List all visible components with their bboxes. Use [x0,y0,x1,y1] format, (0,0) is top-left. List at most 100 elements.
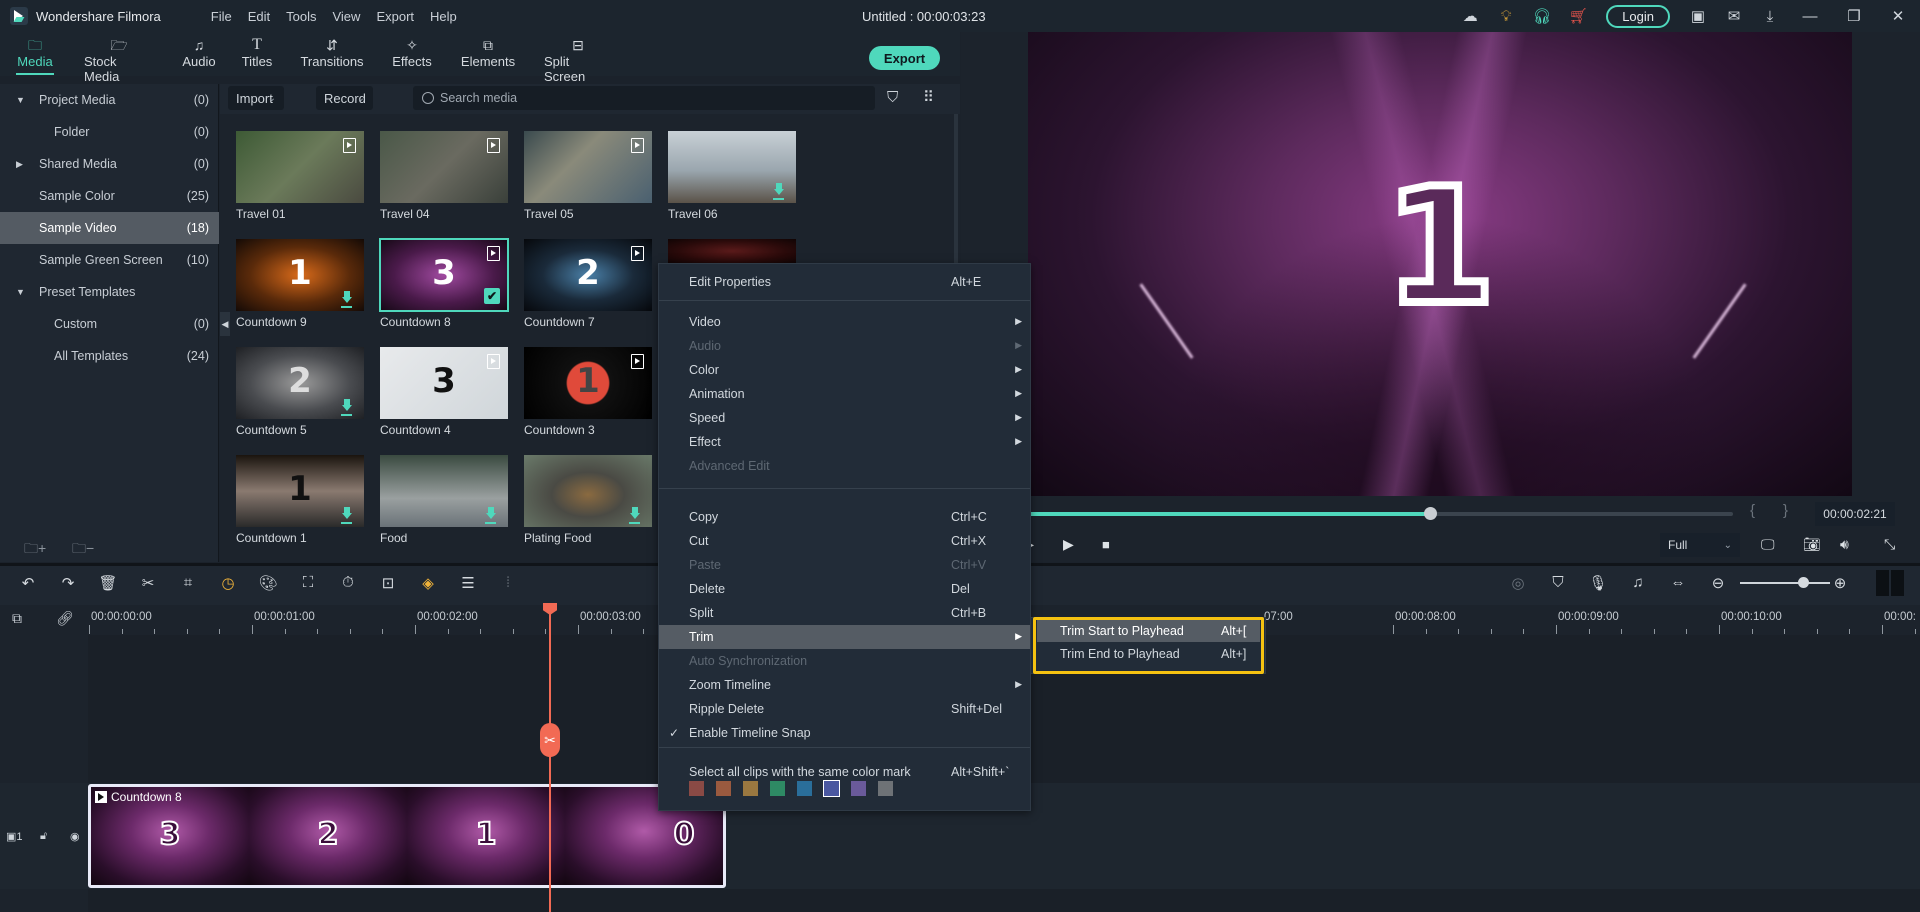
zoom-out-icon[interactable]: ⊖ [1708,574,1728,592]
media-thumbnail[interactable] [380,455,508,527]
sidebar-item-all-templates[interactable]: All Templates (24) [0,340,219,372]
timeline-zoom-slider[interactable] [1740,582,1830,584]
sidebar-item-preset-templates[interactable]: ▼ Preset Templates [0,276,219,308]
lightbulb-icon[interactable]: 💡︎ [1488,0,1524,32]
menu-item-speed[interactable]: Speed ▶ [659,406,1030,430]
expand-right-icon[interactable]: ▶ [16,159,23,170]
tab-split-screen[interactable]: ⊟ Split Screen [544,32,612,84]
import-dropdown[interactable]: Import ⌄ [228,86,284,110]
color-mark-swatch[interactable] [716,781,731,796]
color-mark-swatch[interactable] [878,781,893,796]
delete-icon[interactable]: 🗑︎ [98,574,118,592]
adjust-icon[interactable]: ☰ [458,574,478,592]
color-mark-swatch[interactable] [851,781,866,796]
play-icon[interactable]: ▶ [1063,536,1074,553]
grid-view-icon[interactable]: ⠿ [923,88,934,106]
zoom-in-icon[interactable]: ⊕ [1830,574,1850,592]
media-thumbnail[interactable]: 2 [524,239,652,311]
download-icon[interactable]: ⤓ [1752,0,1788,32]
menu-item-video[interactable]: Video ▶ [659,310,1030,334]
menu-item-ripple-delete[interactable]: Ripple Delete Shift+Del [659,697,1030,721]
menu-item-enable-timeline-snap[interactable]: ✓ Enable Timeline Snap [659,721,1030,745]
quality-select[interactable]: Full ⌄ [1660,533,1740,557]
green-screen-icon[interactable]: ⛶ [298,574,318,591]
tab-stock-media[interactable]: 🗁 Stock Media [84,32,154,84]
expand-down-icon[interactable]: ▼ [16,287,25,297]
tab-audio[interactable]: ♫ Audio [182,32,216,76]
duration-icon[interactable]: ⏱︎ [338,574,358,591]
color-palette-icon[interactable]: 🎨︎ [258,574,278,592]
eye-icon[interactable]: ◉ [70,830,80,843]
cut-icon[interactable]: ✂ [138,574,158,592]
tab-effects[interactable]: ✧ Effects [392,32,432,76]
save-icon[interactable]: ▣ [1680,0,1716,32]
tab-media[interactable]: 🗀 Media [16,32,54,76]
color-mark-swatch[interactable] [797,781,812,796]
menu-item-edit-properties[interactable]: Edit Properties Alt+E [659,270,1030,294]
menu-item-zoom-timeline[interactable]: Zoom Timeline ▶ [659,673,1030,697]
tab-elements[interactable]: ⧉ Elements [461,32,515,76]
tab-titles[interactable]: T Titles [242,32,273,76]
menu-item-split[interactable]: Split Ctrl+B [659,601,1030,625]
crop-icon[interactable]: ⌗ [178,574,198,591]
export-button[interactable]: Export [869,46,940,70]
restore-icon[interactable]: ❐ [1832,0,1876,32]
color-mark-swatch[interactable] [823,780,840,797]
menu-tools[interactable]: Tools [278,9,324,24]
login-button[interactable]: Login [1606,4,1670,28]
media-thumbnail[interactable] [668,131,796,203]
lock-icon[interactable]: 🔓︎ [40,830,47,843]
menu-export[interactable]: Export [368,9,422,24]
add-track-icon[interactable]: ⧉ [12,610,22,627]
snapshot-icon[interactable]: 📷︎ [1803,536,1821,553]
media-thumbnail[interactable] [668,239,796,263]
download-icon[interactable] [774,183,784,197]
microphone-icon[interactable]: 🎙︎ [1588,574,1608,592]
collapse-sidebar-arrow[interactable]: ◀ [220,312,230,336]
menu-item-trim[interactable]: Trim ▶ [659,625,1030,649]
download-icon[interactable] [630,507,640,521]
menu-edit[interactable]: Edit [240,9,278,24]
media-thumbnail[interactable] [524,455,652,527]
color-mark-swatch[interactable] [770,781,785,796]
sidebar-item-folder[interactable]: Folder (0) [0,116,219,148]
menu-file[interactable]: File [203,9,240,24]
menu-help[interactable]: Help [422,9,465,24]
sidebar-item-project-media[interactable]: ▼ Project Media (0) [0,84,219,116]
remove-folder-icon[interactable]: 🗀− [72,538,94,562]
menu-item-color[interactable]: Color ▶ [659,358,1030,382]
sidebar-item-custom[interactable]: Custom (0) [0,308,219,340]
media-thumbnail[interactable]: 1 [236,455,364,527]
cart-icon[interactable]: 🛒︎ [1560,0,1596,32]
media-thumbnail[interactable] [524,131,652,203]
new-folder-icon[interactable]: 🗀+ [24,538,46,562]
sidebar-item-sample-color[interactable]: Sample Color (25) [0,180,219,212]
menu-item-cut[interactable]: Cut Ctrl+X [659,529,1030,553]
speed-icon[interactable]: ◷ [218,574,238,592]
undo-icon[interactable]: ↶ [18,574,38,592]
filter-icon[interactable]: ⛉ [887,89,898,106]
link-icon[interactable]: 🔗︎ [56,610,74,627]
preview-progress-slider[interactable] [1028,507,1733,520]
fit-timeline-icon[interactable]: ⇔ [1668,574,1688,591]
media-thumbnail[interactable]: 3 [380,347,508,419]
keyframe-icon[interactable]: ◈ [418,574,438,592]
timeline-zoom-knob[interactable] [1798,577,1809,588]
audio-mixer-icon[interactable]: ♫ [1628,574,1648,591]
media-thumbnail[interactable] [236,131,364,203]
redo-icon[interactable]: ↷ [58,574,78,592]
display-settings-icon[interactable]: 🖵 [1761,536,1775,553]
mail-icon[interactable]: ✉ [1716,0,1752,32]
media-thumbnail[interactable]: 1 [236,239,364,311]
playhead-line[interactable] [549,605,551,912]
auto-reframe-icon[interactable]: ⊡ [378,574,398,592]
menu-item-effect[interactable]: Effect ▶ [659,430,1030,454]
record-dropdown[interactable]: Record ⌄ [316,86,373,110]
sidebar-item-sample-video[interactable]: Sample Video (18) [0,212,219,244]
progress-knob[interactable] [1423,507,1437,520]
headset-icon[interactable]: 🎧︎ [1524,0,1560,32]
minimize-icon[interactable]: — [1788,0,1832,32]
marker-icon[interactable]: ⛉ [1548,574,1568,591]
menu-item-select-all-clips-with-the-same-color-mark[interactable]: Select all clips with the same color mar… [659,760,1030,784]
expand-down-icon[interactable]: ▼ [16,95,25,105]
